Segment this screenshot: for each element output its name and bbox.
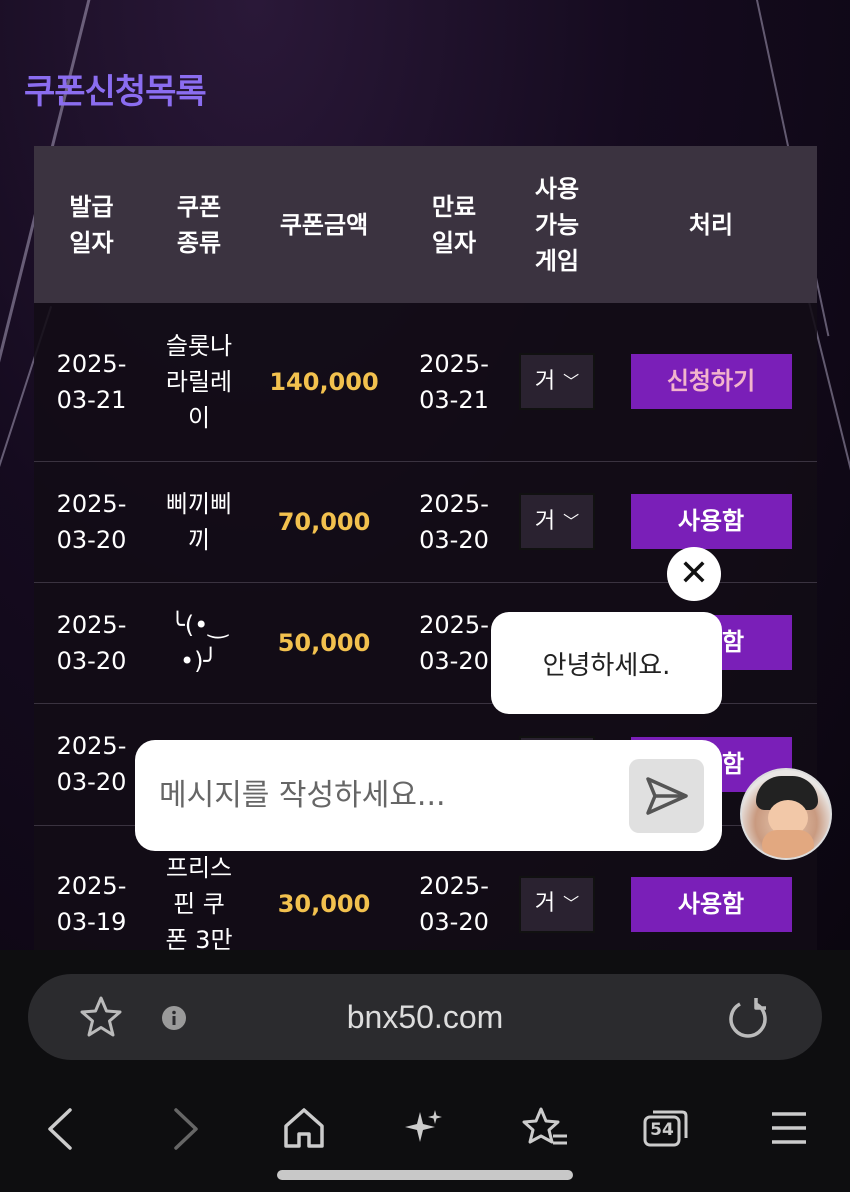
table-header-row: 발급 일자 쿠폰 종류 쿠폰금액 만료 일자 사용 가능 게임 처리 (34, 146, 817, 303)
cell-expires: 2025- 03-21 (419, 349, 489, 414)
bookmarks-icon[interactable] (521, 1106, 569, 1150)
page-title: 쿠폰신청목록 (24, 72, 207, 112)
header-coupon-type: 쿠폰 종류 (176, 192, 222, 257)
header-issued-date: 발급 일자 (69, 192, 114, 257)
cell-amount: 70,000 (277, 507, 371, 536)
cell-issued: 2025- 03-20 (56, 489, 127, 554)
cell-issued: 2025- 03-19 (56, 872, 127, 936)
header-expiry-date: 만료 일자 (431, 192, 477, 257)
chevron-down-icon: ﹀ (563, 371, 580, 391)
game-select[interactable]: 거﹀ (519, 875, 595, 933)
cell-expires: 2025- 03-20 (419, 489, 489, 554)
chat-send-button[interactable] (629, 759, 704, 833)
send-icon (645, 777, 688, 815)
chat-message-input[interactable] (159, 770, 609, 820)
chat-greeting-bubble: 안녕하세요. (491, 612, 722, 714)
apply-button[interactable]: 신청하기 (630, 354, 792, 410)
cell-type: ╰(•‿ •)╯ (170, 610, 228, 675)
chevron-down-icon: ﹀ (563, 894, 580, 913)
address-bar[interactable]: bnx50.com (28, 974, 822, 1060)
cell-issued: 2025- 03-20 (56, 610, 127, 675)
cell-type: 슬롯나 라릴레 이 (165, 331, 233, 432)
chevron-down-icon: ﹀ (563, 511, 580, 531)
tab-count: 54 (650, 1120, 674, 1140)
cell-amount: 50,000 (277, 628, 371, 657)
back-icon[interactable] (44, 1106, 76, 1152)
chat-close-button[interactable]: ✕ (667, 547, 721, 601)
chat-message-box (135, 740, 722, 851)
cell-issued: 2025- 03-20 (56, 732, 127, 796)
game-select[interactable]: 거﹀ (519, 353, 595, 411)
url-text: bnx50.com (346, 999, 504, 1035)
cell-amount: 140,000 (269, 367, 379, 396)
chat-avatar-button[interactable] (740, 768, 832, 860)
game-select[interactable]: 거﹀ (519, 493, 595, 550)
header-action: 처리 (688, 210, 734, 239)
chat-greeting-text: 안녕하세요. (542, 650, 671, 681)
forward-icon[interactable] (170, 1106, 202, 1152)
close-icon: ✕ (678, 553, 710, 594)
cell-type: 삐끼삐 끼 (165, 489, 233, 554)
table-row: 2025- 03-21 슬롯나 라릴레 이 140,000 2025- 03-2… (34, 303, 817, 461)
home-indicator (277, 1170, 573, 1180)
menu-icon[interactable] (770, 1110, 808, 1146)
reload-icon[interactable] (726, 996, 770, 1040)
sparkle-icon[interactable] (404, 1108, 444, 1148)
cell-issued: 2025- 03-21 (56, 349, 127, 414)
header-coupon-amount: 쿠폰금액 (279, 210, 369, 239)
used-button[interactable]: 사용함 (630, 876, 792, 932)
header-available-game: 사용 가능 게임 (534, 174, 580, 275)
used-button[interactable]: 사용함 (630, 494, 792, 549)
tabs-button[interactable]: 54 (642, 1108, 690, 1148)
home-icon[interactable] (282, 1106, 326, 1150)
